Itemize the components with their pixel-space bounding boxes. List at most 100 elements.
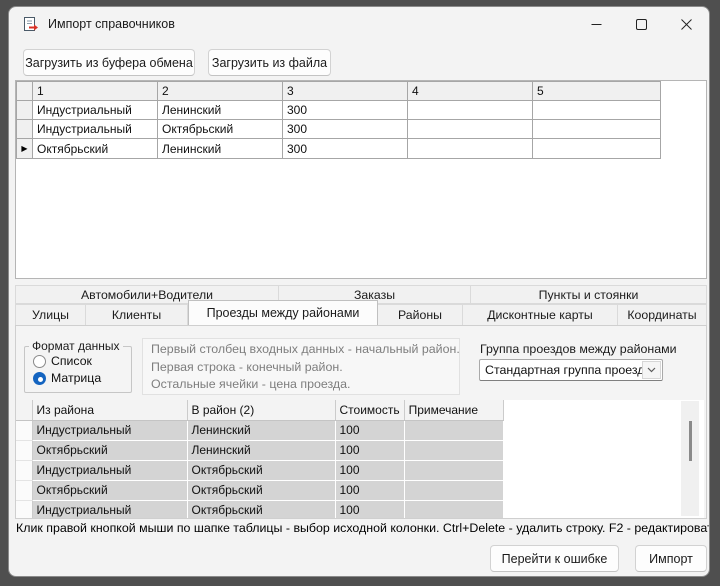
radio-icon — [33, 355, 46, 368]
tab-item[interactable]: Клиенты — [86, 304, 188, 325]
tab-item[interactable]: Пункты и стоянки — [471, 285, 707, 304]
current-row-marker-icon: ▶ — [21, 144, 27, 153]
scrollbar-thumb[interactable] — [689, 421, 692, 461]
radio-option[interactable]: Матрица — [33, 371, 131, 385]
table-row[interactable]: ОктябрьскийОктябрьский100 — [16, 480, 503, 500]
source-grid-row[interactable]: ▶ ОктябрьскийЛенинский300 — [17, 139, 661, 159]
source-grid-cell[interactable]: Индустриальный — [33, 101, 158, 120]
source-grid-cell[interactable]: Индустриальный — [33, 120, 158, 139]
tab-item-selected[interactable]: Проезды между районами — [188, 300, 378, 325]
data-format-groupbox: Формат данных Список Матрица — [24, 339, 132, 393]
table-row[interactable]: ИндустриальныйЛенинский100 — [16, 420, 503, 440]
close-button[interactable] — [664, 7, 709, 41]
result-table-cell[interactable]: 100 — [335, 460, 404, 480]
result-table-cell[interactable]: Ленинский — [187, 440, 335, 460]
source-grid-cell[interactable]: 300 — [283, 120, 408, 139]
trip-group-combobox[interactable]: Стандартная группа проездов — [479, 359, 663, 381]
result-table-cell[interactable]: Октябрьский — [187, 480, 335, 500]
row-selector-cell[interactable] — [16, 420, 32, 440]
source-grid-column-header[interactable]: 2 — [158, 82, 283, 101]
result-table-cell[interactable]: 100 — [335, 420, 404, 440]
hint-line: Остальные ячейки - цена проезда. — [151, 376, 451, 394]
source-grid-cell[interactable]: 300 — [283, 101, 408, 120]
result-table-cell[interactable] — [404, 460, 503, 480]
minimize-icon — [591, 19, 602, 30]
source-grid-column-header[interactable]: 5 — [533, 82, 661, 101]
radio-label: Матрица — [51, 371, 101, 385]
result-table-cell[interactable]: Октябрьский — [32, 440, 187, 460]
source-grid-row[interactable]: ИндустриальныйЛенинский300 — [17, 101, 661, 120]
minimize-button[interactable] — [574, 7, 619, 41]
maximize-button[interactable] — [619, 7, 664, 41]
source-grid-cell[interactable]: Октябрьский — [33, 139, 158, 159]
row-selector-cell[interactable] — [16, 500, 32, 518]
tab-item[interactable]: Координаты — [618, 304, 707, 325]
row-selector-cell[interactable] — [17, 120, 33, 139]
format-hint-panel: Первый столбец входных данных - начальны… — [142, 338, 460, 395]
vertical-scrollbar[interactable] — [681, 401, 699, 516]
row-selector-cell[interactable] — [16, 480, 32, 500]
row-selector-cell[interactable]: ▶ — [17, 139, 33, 159]
result-table-cell[interactable]: Индустриальный — [32, 460, 187, 480]
source-grid-column-header[interactable]: 3 — [283, 82, 408, 101]
source-grid-column-header[interactable]: 4 — [408, 82, 533, 101]
source-grid-cell[interactable]: Октябрьский — [158, 120, 283, 139]
result-table-cell[interactable]: 100 — [335, 480, 404, 500]
radio-option[interactable]: Список — [33, 354, 131, 368]
source-grid-cell[interactable] — [408, 120, 533, 139]
result-table-cell[interactable]: Ленинский — [187, 420, 335, 440]
source-data-grid[interactable]: 12345 ИндустриальныйЛенинский300Индустри… — [15, 80, 707, 279]
trip-group-label: Группа проездов между районами — [480, 342, 677, 356]
source-grid-row[interactable]: ИндустриальныйОктябрьский300 — [17, 120, 661, 139]
load-from-clipboard-button[interactable]: Загрузить из буфера обмена — [23, 49, 195, 76]
tab-page-trips: Формат данных Список Матрица Первый столб… — [15, 325, 707, 519]
import-tab-control: Автомобили+ВодителиЗаказыПункты и стоянк… — [15, 285, 707, 519]
result-table-column-header[interactable]: Стоимость — [335, 400, 404, 420]
close-icon — [681, 19, 692, 30]
table-row[interactable]: ИндустриальныйОктябрьский100 — [16, 460, 503, 480]
result-table-column-header[interactable]: В район (2) — [187, 400, 335, 420]
source-grid-cell[interactable] — [533, 120, 661, 139]
result-table-cell[interactable]: Индустриальный — [32, 500, 187, 518]
tab-item[interactable]: Дисконтные карты — [463, 304, 618, 325]
result-table-cell[interactable]: 100 — [335, 440, 404, 460]
row-selector-cell[interactable] — [16, 440, 32, 460]
trip-group-selected-value: Стандартная группа проездов — [480, 363, 642, 377]
result-table-cell[interactable] — [404, 420, 503, 440]
row-selector-cell[interactable] — [16, 460, 32, 480]
result-table-cell[interactable]: Индустриальный — [32, 420, 187, 440]
combo-dropdown-button[interactable] — [642, 361, 661, 379]
source-grid-cell[interactable] — [533, 101, 661, 120]
result-table-cell[interactable] — [404, 500, 503, 518]
data-format-legend: Формат данных — [29, 339, 123, 353]
status-hint-text: Клик правой кнопкой мыши по шапке таблиц… — [16, 521, 706, 535]
goto-error-button[interactable]: Перейти к ошибке — [490, 545, 619, 572]
source-grid-cell[interactable] — [533, 139, 661, 159]
trips-result-table[interactable]: Из районаВ район (2)СтоимостьПримечание … — [16, 400, 704, 518]
window-title: Импорт справочников — [48, 17, 175, 31]
result-table-cell[interactable]: 100 — [335, 500, 404, 518]
import-dialog: Импорт справочников Загрузить из буфера … — [8, 6, 710, 577]
result-table-cell[interactable]: Октябрьский — [187, 460, 335, 480]
hint-line: Первый столбец входных данных - начальны… — [151, 341, 451, 359]
result-table-cell[interactable] — [404, 440, 503, 460]
source-grid-column-header[interactable]: 1 — [33, 82, 158, 101]
result-table-cell[interactable]: Октябрьский — [32, 480, 187, 500]
result-table-column-header[interactable]: Примечание — [404, 400, 503, 420]
table-row[interactable]: ИндустриальныйОктябрьский100 — [16, 500, 503, 518]
table-row[interactable]: ОктябрьскийЛенинский100 — [16, 440, 503, 460]
source-grid-cell[interactable] — [408, 139, 533, 159]
tab-item[interactable]: Улицы — [15, 304, 86, 325]
source-grid-cell[interactable] — [408, 101, 533, 120]
source-grid-cell[interactable]: Ленинский — [158, 139, 283, 159]
grid-corner-cell — [17, 82, 33, 101]
result-table-cell[interactable] — [404, 480, 503, 500]
source-grid-cell[interactable]: 300 — [283, 139, 408, 159]
result-table-cell[interactable]: Октябрьский — [187, 500, 335, 518]
source-grid-cell[interactable]: Ленинский — [158, 101, 283, 120]
load-from-file-button[interactable]: Загрузить из файла — [208, 49, 331, 76]
row-selector-cell[interactable] — [17, 101, 33, 120]
import-button[interactable]: Импорт — [635, 545, 707, 572]
result-table-column-header[interactable]: Из района — [32, 400, 187, 420]
tab-item[interactable]: Районы — [378, 304, 463, 325]
